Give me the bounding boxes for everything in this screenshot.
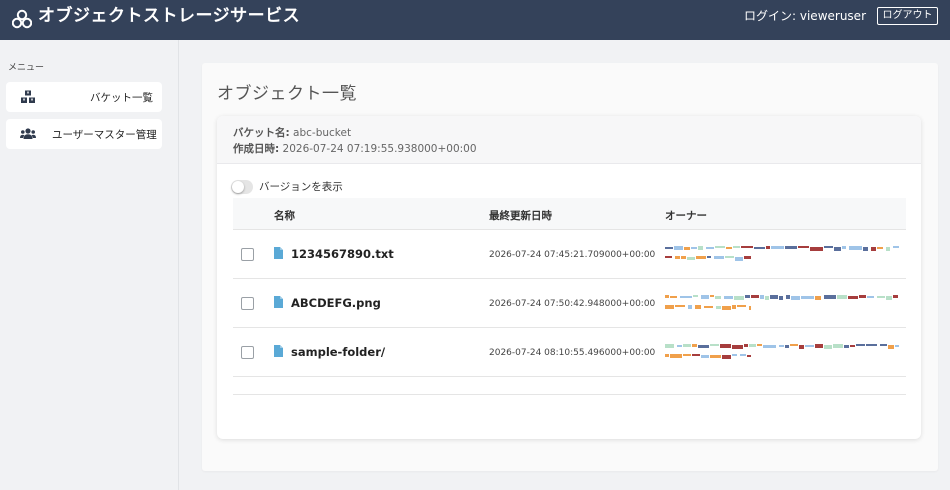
table-row: sample-folder/ 2026-07-24 08:10:55.49600… [233,329,906,377]
page-title: オブジェクト一覧 [217,84,357,104]
object-list-card: バケット名: abc-bucket 作成日時: 2026-07-24 07:19… [217,116,921,439]
owner-redacted [665,295,898,310]
table-row: ABCDEFG.png 2026-07-24 07:50:42.948000+0… [233,280,906,328]
column-header-updated: 最終更新日時 [489,210,552,222]
logout-button[interactable]: ログアウト [877,7,938,25]
login-status: ログイン: vieweruser [744,9,866,23]
version-toggle-label: バージョンを表示 [259,181,343,193]
file-name-link[interactable]: 1234567890.txt [291,247,394,261]
file-updated: 2026-07-24 07:45:21.709000+00:00 [489,250,656,260]
column-header-owner: オーナー [665,210,707,222]
owner-redacted [665,344,899,359]
version-toggle[interactable] [231,180,253,194]
table-row-empty [233,378,906,395]
sidebar-item-bucket-list[interactable]: バケット一覧 [6,82,162,112]
sidebar: メニュー バケット一覧 ユーザーマスター管理 [0,40,179,490]
owner-redacted [665,246,899,261]
toggle-knob [232,181,244,193]
file-name-link[interactable]: sample-folder/ [291,345,385,359]
app-title: オブジェクトストレージサービス [38,6,301,26]
sidebar-item-label: バケット一覧 [90,92,153,104]
cubes-icon [21,90,35,103]
file-icon [274,296,283,308]
bucket-name: バケット名: abc-bucket [233,125,351,140]
file-icon [274,247,283,259]
file-updated: 2026-07-24 08:10:55.496000+00:00 [489,348,656,358]
bucket-name-value: abc-bucket [293,127,352,139]
row-checkbox[interactable] [241,297,254,310]
menu-label: メニュー [8,63,45,73]
users-icon [20,128,36,139]
cubes-logo-icon [12,9,32,29]
bucket-info: バケット名: abc-bucket 作成日時: 2026-07-24 07:19… [217,116,921,164]
sidebar-item-label: ユーザーマスター管理 [52,129,157,141]
column-header-name: 名称 [274,210,295,222]
file-name-link[interactable]: ABCDEFG.png [291,296,381,310]
row-checkbox[interactable] [241,248,254,261]
app-header: オブジェクトストレージサービス ログイン: vieweruser ログアウト [0,0,950,40]
row-checkbox[interactable] [241,346,254,359]
sidebar-item-user-master[interactable]: ユーザーマスター管理 [6,119,162,149]
file-icon [274,345,283,357]
table-header: 名称 最終更新日時 オーナー [233,198,906,230]
bucket-created-value: 2026-07-24 07:19:55.938000+00:00 [282,143,477,155]
bucket-created-label: 作成日時: [233,143,280,155]
bucket-name-label: バケット名: [233,127,290,139]
bucket-created: 作成日時: 2026-07-24 07:19:55.938000+00:00 [233,141,477,156]
table-row: 1234567890.txt 2026-07-24 07:45:21.70900… [233,231,906,279]
file-updated: 2026-07-24 07:50:42.948000+00:00 [489,299,656,309]
